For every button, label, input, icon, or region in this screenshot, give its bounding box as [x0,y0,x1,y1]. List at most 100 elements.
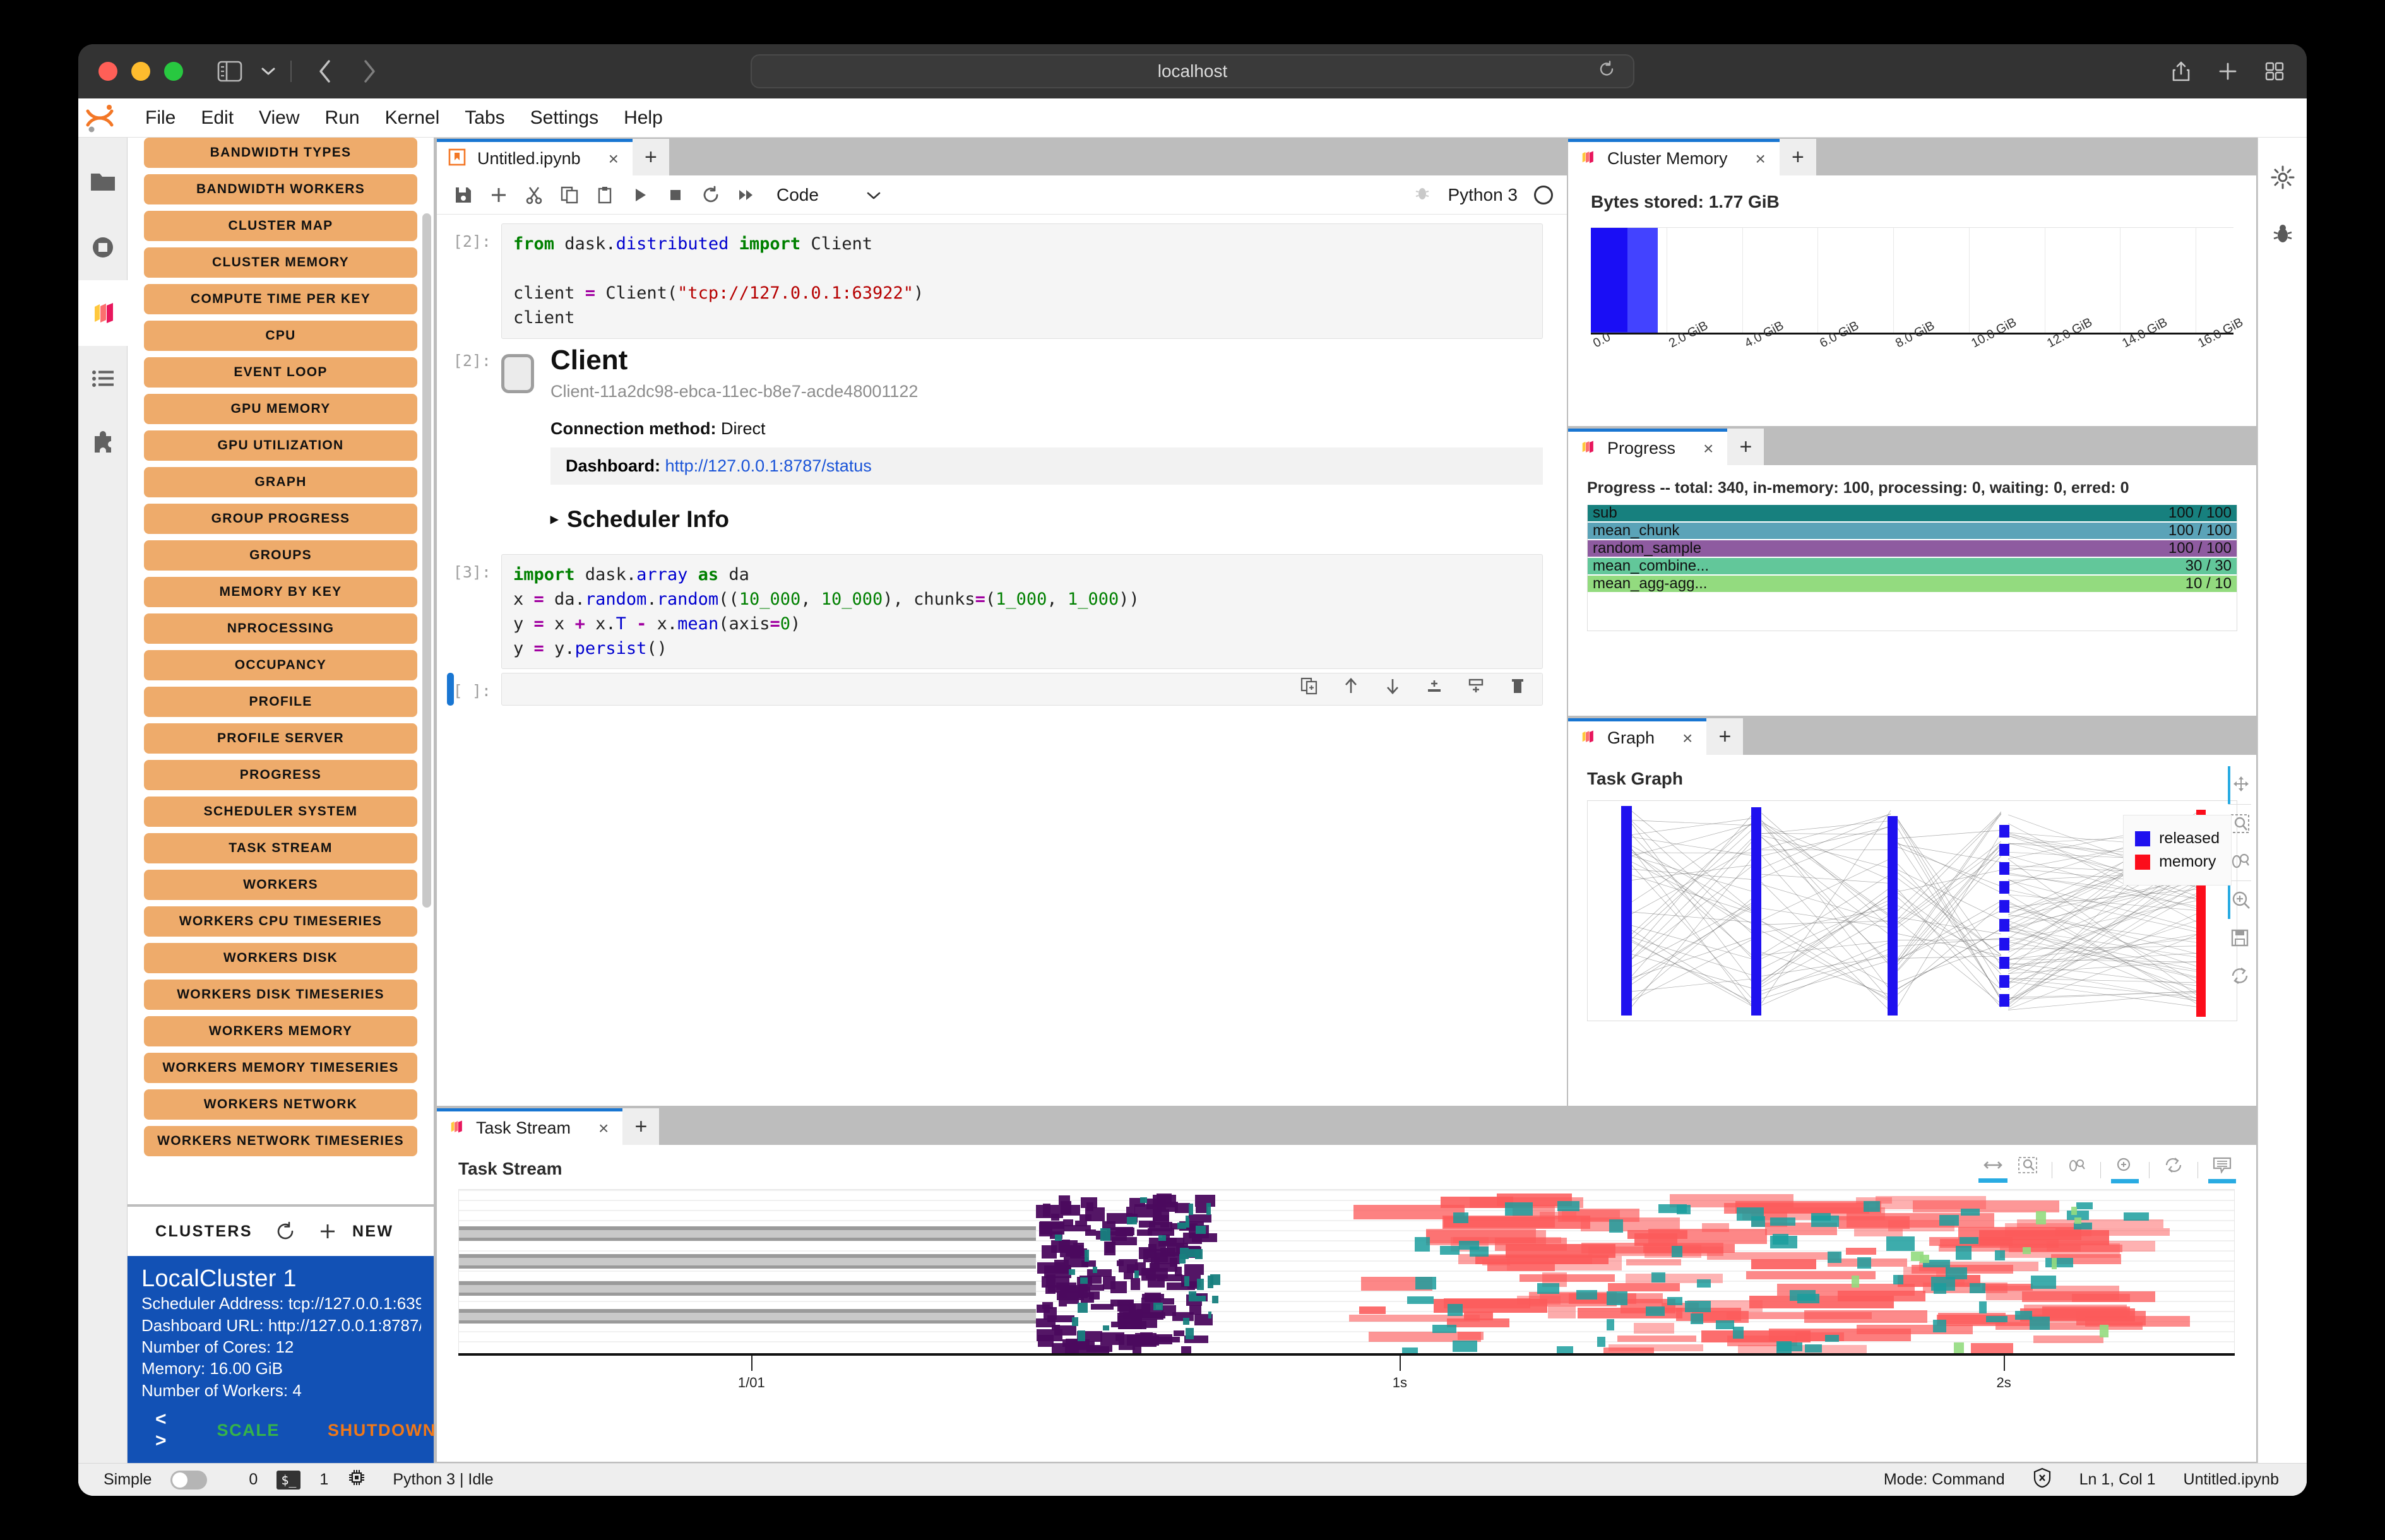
dashboard-button-groups[interactable]: GROUPS [144,540,417,571]
reset-icon[interactable] [2229,957,2251,995]
dashboard-button-workers-network-timeseries[interactable]: WORKERS NETWORK TIMESERIES [144,1126,417,1156]
dashboard-button-compute-time-per-key[interactable]: COMPUTE TIME PER KEY [144,284,417,314]
wheel-zoom-icon[interactable] [2229,843,2251,880]
close-icon[interactable]: × [1756,149,1766,169]
tab-progress[interactable]: Progress × [1568,429,1727,465]
notebook-cell[interactable]: [2]:from dask.distributed import Client … [437,223,1567,339]
table-of-contents-icon[interactable] [78,346,128,412]
save-icon[interactable] [2229,919,2251,957]
close-icon[interactable]: × [1682,728,1692,749]
cut-icon[interactable] [516,177,552,213]
dashboard-button-workers-memory-timeseries[interactable]: WORKERS MEMORY TIMESERIES [144,1053,417,1083]
box-zoom-icon[interactable] [2229,805,2251,843]
dashboard-button-cluster-memory[interactable]: CLUSTER MEMORY [144,247,417,278]
menu-tabs[interactable]: Tabs [452,107,517,129]
progress-bar-row[interactable]: mean_combine...30 / 30 [1588,558,2237,574]
move-cell-up-icon[interactable] [1341,677,1360,702]
tab-task-stream[interactable]: Task Stream × [437,1108,622,1145]
run-icon[interactable] [622,177,658,213]
forward-icon[interactable] [361,58,378,85]
pan-icon[interactable] [2228,766,2252,804]
tab-untitled-ipynb[interactable]: Untitled.ipynb × [437,139,633,175]
progress-bar-row[interactable]: mean_agg-agg...10 / 10 [1588,576,2237,592]
dashboard-button-profile[interactable]: PROFILE [144,687,417,717]
cell-input[interactable]: from dask.distributed import Client clie… [501,223,1543,339]
notebook-cell[interactable]: [3]:import dask.array as da x = da.rando… [437,554,1567,670]
dashboard-button-workers-disk[interactable]: WORKERS DISK [144,943,417,973]
insert-cell-above-icon[interactable] [1425,677,1444,702]
new-tab-button[interactable]: + [633,139,669,175]
progress-bar-row[interactable]: sub100 / 100 [1588,505,2237,521]
new-tab-icon[interactable] [2218,62,2237,81]
box-zoom-icon[interactable] [2018,1156,2038,1183]
scheduler-info-toggle[interactable]: ▸Scheduler Info [550,506,1543,533]
settings-gear-icon[interactable] [2258,149,2307,206]
dask-dashboard-list[interactable]: BANDWIDTH TYPES BANDWIDTH WORKERS CLUSTER … [128,138,434,1204]
dashboard-button-memory-by-key[interactable]: MEMORY BY KEY [144,577,417,607]
zoom-in-icon[interactable] [2115,1156,2135,1183]
task-stream-canvas[interactable] [458,1189,2235,1353]
bug-icon[interactable] [1413,184,1431,205]
menu-file[interactable]: File [133,107,188,129]
tab-cluster-memory[interactable]: Cluster Memory × [1568,139,1780,175]
dashboard-button-bandwidth-types[interactable]: BANDWIDTH TYPES [144,138,417,168]
file-browser-icon[interactable] [78,149,128,215]
shutdown-cluster-button[interactable]: SHUTDOWN [328,1421,436,1440]
restart-icon[interactable] [693,177,729,213]
dashboard-button-graph[interactable]: GRAPH [144,467,417,497]
no-errors-icon[interactable] [2033,1467,2052,1492]
notebook-cells[interactable]: [2]:from dask.distributed import Client … [437,215,1567,1106]
dashboard-button-event-loop[interactable]: EVENT LOOP [144,357,417,388]
move-cell-down-icon[interactable] [1383,677,1402,702]
dashboard-button-cluster-map[interactable]: CLUSTER MAP [144,211,417,241]
tab-graph[interactable]: Graph × [1568,718,1706,755]
cluster-card[interactable]: LocalCluster 1 Scheduler Address: tcp://… [128,1256,434,1463]
notebook-cell[interactable]: [ ]: [437,673,1567,706]
dashboard-button-workers[interactable]: WORKERS [144,870,417,900]
progress-bar-row[interactable]: mean_chunk100 / 100 [1588,523,2237,539]
dashboard-button-task-stream[interactable]: TASK STREAM [144,833,417,863]
dashboard-button-bandwidth-workers[interactable]: BANDWIDTH WORKERS [144,174,417,204]
dashboard-button-workers-memory[interactable]: WORKERS MEMORY [144,1016,417,1046]
new-cluster-button[interactable]: NEW [318,1222,394,1241]
inject-client-code-button[interactable]: < > [155,1409,169,1452]
url-bar[interactable]: localhost [751,54,1634,88]
progress-bars[interactable]: sub100 / 100mean_chunk100 / 100random_sa… [1587,505,2237,631]
zoom-window-button[interactable] [164,62,183,81]
dashboard-button-group-progress[interactable]: GROUP PROGRESS [144,504,417,534]
extension-manager-icon[interactable] [78,412,128,477]
paste-icon[interactable] [587,177,622,213]
wheel-zoom-icon[interactable] [2066,1157,2086,1183]
cell-input[interactable]: import dask.array as da x = da.random.ra… [501,554,1543,670]
dask-icon[interactable] [78,280,128,346]
cluster-memory-plot[interactable] [1591,227,2233,335]
notebook-cell[interactable]: [2]:ClientClient-11a2dc98-ebca-11ec-b8e7… [437,343,1567,533]
close-icon[interactable]: × [609,149,619,169]
task-graph-canvas[interactable]: released memory [1587,800,2237,1021]
dashboard-button-occupancy[interactable]: OCCUPANCY [144,650,417,680]
kernel-indicator[interactable]: Python 3 [1413,184,1567,205]
hover-icon[interactable] [2212,1156,2232,1183]
menu-edit[interactable]: Edit [188,107,246,129]
kernel-status-icon[interactable] [1534,186,1553,204]
minimize-window-button[interactable] [131,62,150,81]
cell-type-dropdown[interactable]: Code [776,185,882,205]
menu-kernel[interactable]: Kernel [372,107,453,129]
dashboard-button-gpu-utilization[interactable]: GPU UTILIZATION [144,430,417,461]
dashboard-button-cpu[interactable]: CPU [144,321,417,351]
save-icon[interactable] [446,177,481,213]
reset-icon[interactable] [2163,1156,2184,1183]
new-tab-button[interactable]: + [1706,718,1743,755]
dashboard-link[interactable]: http://127.0.0.1:8787/status [665,456,872,475]
new-tab-button[interactable]: + [1727,429,1764,465]
menu-view[interactable]: View [246,107,312,129]
reload-icon[interactable] [1598,61,1615,83]
menu-help[interactable]: Help [611,107,675,129]
new-tab-button[interactable]: + [622,1108,659,1145]
tab-overview-icon[interactable] [2265,62,2284,81]
simple-mode-toggle[interactable] [170,1471,207,1490]
running-terminals-icon[interactable] [78,215,128,280]
dashboard-list-scrollbar[interactable] [422,138,431,1204]
menu-run[interactable]: Run [312,107,372,129]
close-window-button[interactable] [98,62,117,81]
